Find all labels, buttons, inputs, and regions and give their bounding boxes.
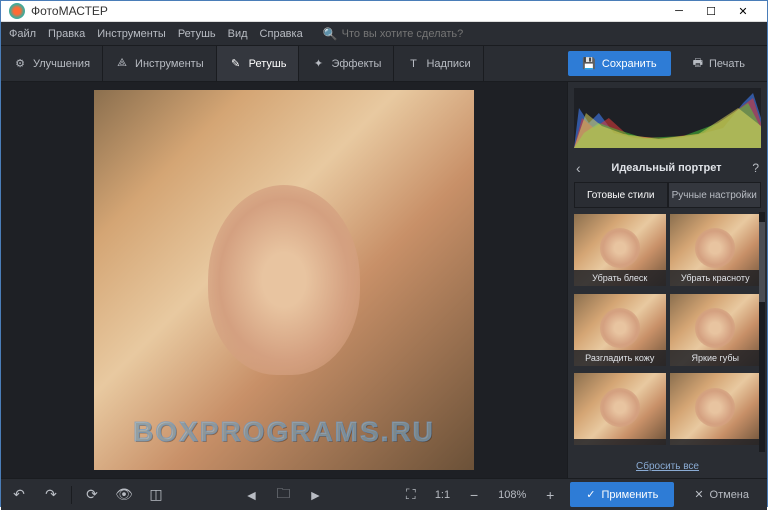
menu-help[interactable]: Справка xyxy=(260,28,303,40)
tab-text[interactable]: TНадписи xyxy=(394,46,483,81)
undo-button[interactable]: ↶ xyxy=(7,483,31,507)
next-button[interactable]: ► xyxy=(303,483,327,507)
bottombar: ↶ ↷ ⟳ 👁 ◫ ◄ 🗀 ► ⛶ 1:1 − 108% + ✓Применит… xyxy=(1,478,767,510)
brush-icon: ✎ xyxy=(229,57,243,71)
titlebar: ФотоМАСТЕР ─ ☐ ✕ xyxy=(1,1,767,22)
redo-button[interactable]: ↷ xyxy=(39,483,63,507)
reset-link[interactable]: Сбросить все xyxy=(568,455,767,478)
maximize-button[interactable]: ☐ xyxy=(695,1,727,21)
help-button[interactable]: ? xyxy=(752,161,759,175)
menu-edit[interactable]: Правка xyxy=(48,28,85,40)
folder-button[interactable]: 🗀 xyxy=(271,483,295,507)
menubar: Файл Правка Инструменты Ретушь Вид Справ… xyxy=(1,22,767,46)
print-button[interactable]: 🖶Печать xyxy=(679,48,759,79)
menu-view[interactable]: Вид xyxy=(228,28,248,40)
preset-remove-shine[interactable]: Убрать блеск xyxy=(574,214,666,286)
x-icon: ✕ xyxy=(694,488,703,501)
tab-tools[interactable]: ⟁Инструменты xyxy=(103,46,217,81)
photo-preview xyxy=(94,90,474,470)
check-icon: ✓ xyxy=(586,488,595,501)
sparkle-icon: ✦ xyxy=(311,57,325,71)
close-button[interactable]: ✕ xyxy=(727,1,759,21)
preset-grid: Убрать блеск Убрать красноту Разгладить … xyxy=(568,208,767,455)
preset-remove-redness[interactable]: Убрать красноту xyxy=(670,214,762,286)
sliders-icon: ⚙ xyxy=(13,57,27,71)
preset-bright-lips[interactable]: Яркие губы xyxy=(670,294,762,366)
scrollbar-thumb[interactable] xyxy=(759,222,765,302)
menu-file[interactable]: Файл xyxy=(9,28,36,40)
save-icon: 💾 xyxy=(582,57,596,70)
zoom-in-button[interactable]: + xyxy=(538,483,562,507)
scrollbar[interactable] xyxy=(759,212,765,452)
search-icon: 🔍 xyxy=(323,27,338,41)
apply-button[interactable]: ✓Применить xyxy=(570,482,674,507)
cancel-button[interactable]: ✕Отмена xyxy=(682,482,761,507)
split-button[interactable]: ◫ xyxy=(144,483,168,507)
zoom-out-button[interactable]: − xyxy=(462,483,486,507)
save-button[interactable]: 💾Сохранить xyxy=(568,51,670,76)
tab-enhance[interactable]: ⚙Улучшения xyxy=(1,46,103,81)
toolbar: ⚙Улучшения ⟁Инструменты ✎Ретушь ✦Эффекты… xyxy=(1,46,767,82)
minimize-button[interactable]: ─ xyxy=(663,1,695,21)
window-title: ФотоМАСТЕР xyxy=(31,4,663,18)
menu-retouch[interactable]: Ретушь xyxy=(178,28,216,40)
zoom-label: 108% xyxy=(494,489,530,501)
app-icon xyxy=(9,3,25,19)
crop-icon: ⟁ xyxy=(115,57,129,71)
preset-smooth-skin[interactable]: Разгладить кожу xyxy=(574,294,666,366)
ratio-label[interactable]: 1:1 xyxy=(431,489,454,501)
subtab-styles[interactable]: Готовые стили xyxy=(574,182,668,208)
tab-effects[interactable]: ✦Эффекты xyxy=(299,46,394,81)
rotate-button[interactable]: ⟳ xyxy=(80,483,104,507)
fit-button[interactable]: ⛶ xyxy=(399,483,423,507)
tab-retouch[interactable]: ✎Ретушь xyxy=(217,46,300,81)
preset-item-6[interactable] xyxy=(670,373,762,445)
compare-button[interactable]: 👁 xyxy=(112,483,136,507)
preset-item-5[interactable] xyxy=(574,373,666,445)
histogram xyxy=(574,88,761,148)
search-input[interactable] xyxy=(342,28,482,40)
print-icon: 🖶 xyxy=(693,54,703,73)
menu-tools[interactable]: Инструменты xyxy=(97,28,166,40)
prev-button[interactable]: ◄ xyxy=(239,483,263,507)
watermark: BOXPROGRAMS.RU xyxy=(133,416,435,448)
side-panel: ‹ Идеальный портрет ? Готовые стили Ручн… xyxy=(567,82,767,478)
panel-title: Идеальный портрет xyxy=(581,162,753,174)
canvas-area[interactable]: BOXPROGRAMS.RU xyxy=(1,82,567,478)
text-icon: T xyxy=(406,57,420,71)
subtab-manual[interactable]: Ручные настройки xyxy=(668,182,762,208)
